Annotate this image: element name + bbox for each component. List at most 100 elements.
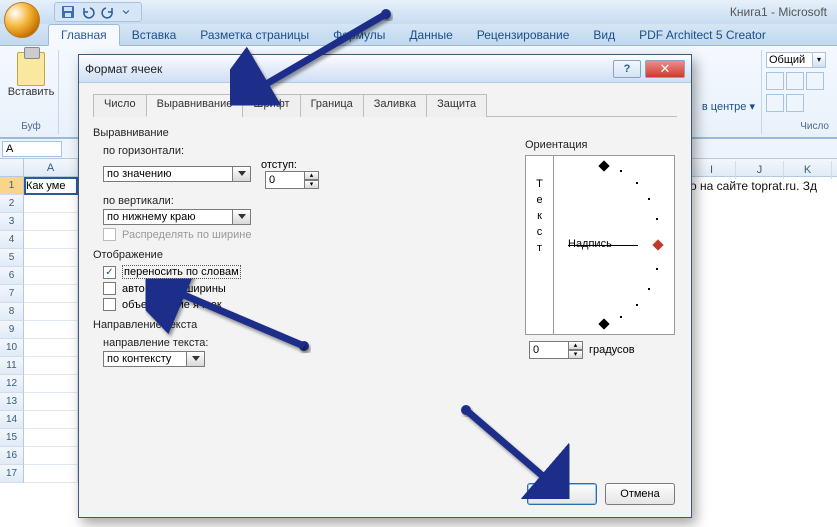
cell-a13[interactable] <box>24 393 78 411</box>
wrap-text-label[interactable]: переносить по словам <box>122 265 241 279</box>
degrees-spinner[interactable]: ▴ ▾ <box>529 341 583 359</box>
cell-a12[interactable] <box>24 375 78 393</box>
cell-a17[interactable] <box>24 465 78 483</box>
degrees-value[interactable] <box>529 341 569 359</box>
row-header-14[interactable]: 14 <box>0 411 24 429</box>
ribbon-tab-review[interactable]: Рецензирование <box>465 25 582 45</box>
tab-number[interactable]: Число <box>93 94 147 117</box>
ribbon-tab-view[interactable]: Вид <box>581 25 627 45</box>
cell-a16[interactable] <box>24 447 78 465</box>
redo-icon[interactable] <box>101 5 115 19</box>
cell-a4[interactable] <box>24 231 78 249</box>
row-header-12[interactable]: 12 <box>0 375 24 393</box>
shrink-to-fit-checkbox[interactable] <box>103 282 116 295</box>
orientation-vertical-text[interactable]: Текст <box>526 156 554 334</box>
orientation-control[interactable]: Текст Надпись <box>525 155 675 335</box>
increase-decimal-icon[interactable] <box>766 94 784 112</box>
undo-icon[interactable] <box>81 5 95 19</box>
cell-a5[interactable] <box>24 249 78 267</box>
currency-icon[interactable] <box>766 72 784 90</box>
indent-value[interactable] <box>265 171 305 189</box>
cell-a2[interactable] <box>24 195 78 213</box>
ribbon-tab-formulas[interactable]: Формулы <box>321 25 397 45</box>
cell-a9[interactable] <box>24 321 78 339</box>
chevron-down-icon[interactable] <box>233 166 251 182</box>
cell-a6[interactable] <box>24 267 78 285</box>
row-header-16[interactable]: 16 <box>0 447 24 465</box>
row-header-15[interactable]: 15 <box>0 429 24 447</box>
cell-a1[interactable]: Как уме <box>24 177 78 195</box>
col-header-i[interactable]: I <box>688 161 736 179</box>
row-header-7[interactable]: 7 <box>0 285 24 303</box>
tab-border[interactable]: Граница <box>300 94 364 117</box>
name-box[interactable] <box>2 141 62 157</box>
cell-a15[interactable] <box>24 429 78 447</box>
tab-alignment[interactable]: Выравнивание <box>146 94 244 117</box>
row-header-10[interactable]: 10 <box>0 339 24 357</box>
row-header-4[interactable]: 4 <box>0 231 24 249</box>
merge-cells-label[interactable]: объединение ячеек <box>122 299 222 311</box>
shrink-to-fit-label[interactable]: автоподбор ширины <box>122 283 226 295</box>
cell-a11[interactable] <box>24 357 78 375</box>
qat-dropdown-icon[interactable] <box>121 5 135 19</box>
row-header-11[interactable]: 11 <box>0 357 24 375</box>
number-format-value[interactable] <box>766 52 812 68</box>
row-header-9[interactable]: 9 <box>0 321 24 339</box>
percent-icon[interactable] <box>786 72 804 90</box>
comma-icon[interactable] <box>806 72 824 90</box>
cell-a14[interactable] <box>24 411 78 429</box>
merge-center-fragment[interactable]: в центре ▾ <box>702 100 755 113</box>
chevron-down-icon[interactable] <box>187 351 205 367</box>
ribbon-tab-pdf[interactable]: PDF Architect 5 Creator <box>627 25 778 45</box>
row-header-3[interactable]: 3 <box>0 213 24 231</box>
orientation-dial[interactable]: Надпись <box>554 156 674 334</box>
help-button[interactable]: ? <box>613 60 641 78</box>
spinner-down-icon[interactable]: ▾ <box>569 350 583 359</box>
horizontal-combo[interactable] <box>103 166 251 182</box>
chevron-down-icon[interactable] <box>233 209 251 225</box>
tab-font[interactable]: Шрифт <box>242 94 300 117</box>
vertical-combo[interactable] <box>103 209 251 225</box>
row-header-13[interactable]: 13 <box>0 393 24 411</box>
cell-a7[interactable] <box>24 285 78 303</box>
tab-protection[interactable]: Защита <box>426 94 487 117</box>
paste-button[interactable]: Вставить <box>10 52 52 100</box>
row-header-5[interactable]: 5 <box>0 249 24 267</box>
ribbon-tab-insert[interactable]: Вставка <box>120 25 189 45</box>
close-button[interactable]: ✕ <box>645 60 685 78</box>
decrease-decimal-icon[interactable] <box>786 94 804 112</box>
row-header-8[interactable]: 8 <box>0 303 24 321</box>
row-header-2[interactable]: 2 <box>0 195 24 213</box>
cancel-button[interactable]: Отмена <box>605 483 675 505</box>
chevron-down-icon[interactable]: ▾ <box>812 52 826 68</box>
tab-fill[interactable]: Заливка <box>363 94 427 117</box>
column-headers-right[interactable]: I J K <box>688 161 837 179</box>
spinner-down-icon[interactable]: ▾ <box>305 180 319 189</box>
number-format-combo[interactable]: ▾ <box>766 52 829 68</box>
ribbon-tab-layout[interactable]: Разметка страницы <box>188 25 321 45</box>
spinner-up-icon[interactable]: ▴ <box>569 341 583 350</box>
col-header-k[interactable]: K <box>784 161 832 179</box>
wrap-text-checkbox[interactable] <box>103 266 116 279</box>
row-header-17[interactable]: 17 <box>0 465 24 483</box>
vertical-value[interactable] <box>103 209 233 225</box>
dialog-titlebar[interactable]: Формат ячеек ? ✕ <box>79 55 691 83</box>
cell-a3[interactable] <box>24 213 78 231</box>
ribbon-tab-home[interactable]: Главная <box>48 24 120 46</box>
ok-button[interactable]: ОК <box>527 483 597 505</box>
spinner-up-icon[interactable]: ▴ <box>305 171 319 180</box>
text-direction-combo[interactable] <box>103 351 205 367</box>
cell-a10[interactable] <box>24 339 78 357</box>
col-header-j[interactable]: J <box>736 161 784 179</box>
horizontal-value[interactable] <box>103 166 233 182</box>
text-direction-value[interactable] <box>103 351 187 367</box>
col-header-a[interactable]: A <box>24 159 78 176</box>
ribbon-tab-data[interactable]: Данные <box>397 25 464 45</box>
cell-a8[interactable] <box>24 303 78 321</box>
indent-spinner[interactable]: ▴ ▾ <box>265 171 319 189</box>
save-icon[interactable] <box>61 5 75 19</box>
merge-cells-checkbox[interactable] <box>103 298 116 311</box>
row-header-6[interactable]: 6 <box>0 267 24 285</box>
office-button[interactable] <box>4 2 40 38</box>
row-header-1[interactable]: 1 <box>0 177 24 195</box>
